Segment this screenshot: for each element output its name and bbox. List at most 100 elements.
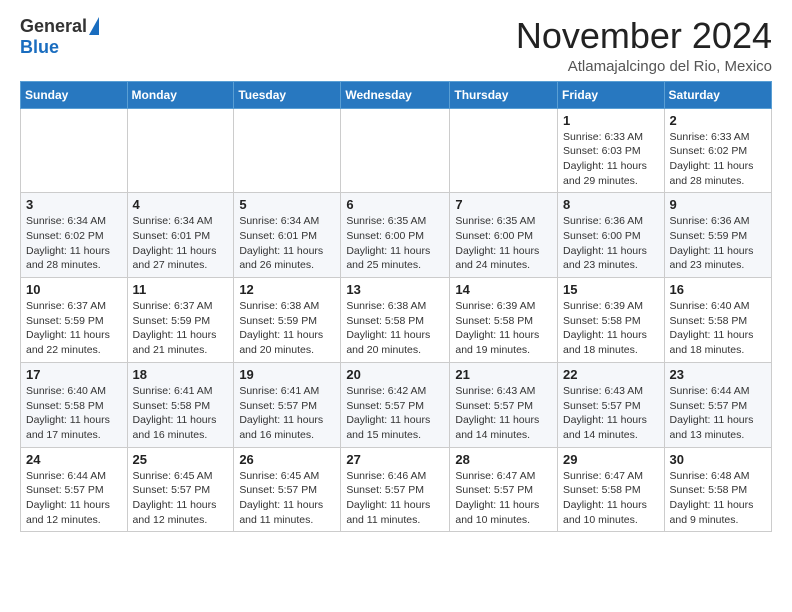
weekday-header-friday: Friday xyxy=(558,81,665,108)
day-detail: Sunrise: 6:40 AMSunset: 5:58 PMDaylight:… xyxy=(26,384,122,443)
calendar-week-row: 1 Sunrise: 6:33 AMSunset: 6:03 PMDaylight… xyxy=(21,108,772,193)
day-number: 13 xyxy=(346,282,444,297)
logo: General Blue xyxy=(20,16,99,58)
calendar-cell: 25Sunrise: 6:45 AMSunset: 5:57 PMDayligh… xyxy=(127,447,234,532)
calendar-cell: 5Sunrise: 6:34 AMSunset: 6:01 PMDaylight… xyxy=(234,193,341,278)
day-number: 24 xyxy=(26,452,122,467)
day-number: 4 xyxy=(133,197,229,212)
day-detail: Sunrise: 6:35 AMSunset: 6:00 PMDaylight:… xyxy=(346,214,444,273)
day-detail: Sunrise: 6:33 AMSunset: 6:02 PMDaylight:… xyxy=(670,130,766,189)
day-number: 29 xyxy=(563,452,659,467)
calendar-cell: 1 Sunrise: 6:33 AMSunset: 6:03 PMDaylight… xyxy=(558,108,665,193)
day-number: 27 xyxy=(346,452,444,467)
logo-triangle-icon xyxy=(89,17,99,35)
calendar-week-row: 24 Sunrise: 6:44 AMSunset: 5:57 PMDayligh… xyxy=(21,447,772,532)
day-number: 12 xyxy=(239,282,335,297)
day-number: 30 xyxy=(670,452,766,467)
calendar-cell: 21Sunrise: 6:43 AMSunset: 5:57 PMDayligh… xyxy=(450,362,558,447)
day-detail: Sunrise: 6:48 AMSunset: 5:58 PMDaylight:… xyxy=(670,469,766,528)
day-number: 23 xyxy=(670,367,766,382)
weekday-header-row: SundayMondayTuesdayWednesdayThursdayFrid… xyxy=(21,81,772,108)
calendar-cell: 8Sunrise: 6:36 AMSunset: 6:00 PMDaylight… xyxy=(558,193,665,278)
month-title: November 2024 xyxy=(516,16,772,56)
day-number: 26 xyxy=(239,452,335,467)
calendar-week-row: 3 Sunrise: 6:34 AMSunset: 6:02 PMDaylight… xyxy=(21,193,772,278)
day-detail: Sunrise: 6:44 AMSunset: 5:57 PMDaylight:… xyxy=(26,469,122,528)
day-detail: Sunrise: 6:35 AMSunset: 6:00 PMDaylight:… xyxy=(455,214,552,273)
calendar-cell: 19Sunrise: 6:41 AMSunset: 5:57 PMDayligh… xyxy=(234,362,341,447)
calendar-week-row: 17Sunrise: 6:40 AMSunset: 5:58 PMDayligh… xyxy=(21,362,772,447)
weekday-header-sunday: Sunday xyxy=(21,81,128,108)
day-detail: Sunrise: 6:41 AMSunset: 5:58 PMDaylight:… xyxy=(133,384,229,443)
day-number: 2 xyxy=(670,113,766,128)
day-number: 8 xyxy=(563,197,659,212)
calendar-cell: 30 Sunrise: 6:48 AMSunset: 5:58 PMDayligh… xyxy=(664,447,771,532)
calendar-cell: 20Sunrise: 6:42 AMSunset: 5:57 PMDayligh… xyxy=(341,362,450,447)
calendar-cell: 6 Sunrise: 6:35 AMSunset: 6:00 PMDaylight… xyxy=(341,193,450,278)
calendar-cell: 7Sunrise: 6:35 AMSunset: 6:00 PMDaylight… xyxy=(450,193,558,278)
calendar-cell: 3 Sunrise: 6:34 AMSunset: 6:02 PMDaylight… xyxy=(21,193,128,278)
day-detail: Sunrise: 6:44 AMSunset: 5:57 PMDaylight:… xyxy=(670,384,766,443)
day-detail: Sunrise: 6:47 AMSunset: 5:58 PMDaylight:… xyxy=(563,469,659,528)
location-title: Atlamajalcingo del Rio, Mexico xyxy=(516,58,772,75)
day-detail: Sunrise: 6:34 AMSunset: 6:01 PMDaylight:… xyxy=(239,214,335,273)
day-number: 3 xyxy=(26,197,122,212)
calendar-cell: 28Sunrise: 6:47 AMSunset: 5:57 PMDayligh… xyxy=(450,447,558,532)
day-detail: Sunrise: 6:34 AMSunset: 6:01 PMDaylight:… xyxy=(133,214,229,273)
day-detail: Sunrise: 6:38 AMSunset: 5:59 PMDaylight:… xyxy=(239,299,335,358)
day-detail: Sunrise: 6:37 AMSunset: 5:59 PMDaylight:… xyxy=(26,299,122,358)
day-detail: Sunrise: 6:38 AMSunset: 5:58 PMDaylight:… xyxy=(346,299,444,358)
weekday-header-wednesday: Wednesday xyxy=(341,81,450,108)
calendar-cell: 24 Sunrise: 6:44 AMSunset: 5:57 PMDayligh… xyxy=(21,447,128,532)
calendar-cell: 13 Sunrise: 6:38 AMSunset: 5:58 PMDayligh… xyxy=(341,278,450,363)
calendar-week-row: 10 Sunrise: 6:37 AMSunset: 5:59 PMDayligh… xyxy=(21,278,772,363)
calendar-cell: 10 Sunrise: 6:37 AMSunset: 5:59 PMDayligh… xyxy=(21,278,128,363)
calendar-cell: 2 Sunrise: 6:33 AMSunset: 6:02 PMDaylight… xyxy=(664,108,771,193)
day-number: 1 xyxy=(563,113,659,128)
day-detail: Sunrise: 6:43 AMSunset: 5:57 PMDaylight:… xyxy=(455,384,552,443)
day-number: 15 xyxy=(563,282,659,297)
logo-blue-text: Blue xyxy=(20,37,59,58)
day-detail: Sunrise: 6:40 AMSunset: 5:58 PMDaylight:… xyxy=(670,299,766,358)
day-number: 6 xyxy=(346,197,444,212)
weekday-header-thursday: Thursday xyxy=(450,81,558,108)
calendar-body: 1 Sunrise: 6:33 AMSunset: 6:03 PMDaylight… xyxy=(21,108,772,532)
calendar-cell: 11Sunrise: 6:37 AMSunset: 5:59 PMDayligh… xyxy=(127,278,234,363)
calendar-header: SundayMondayTuesdayWednesdayThursdayFrid… xyxy=(21,81,772,108)
day-detail: Sunrise: 6:33 AMSunset: 6:03 PMDaylight:… xyxy=(563,130,659,189)
day-detail: Sunrise: 6:39 AMSunset: 5:58 PMDaylight:… xyxy=(455,299,552,358)
calendar-cell: 15 Sunrise: 6:39 AMSunset: 5:58 PMDayligh… xyxy=(558,278,665,363)
calendar-cell: 9Sunrise: 6:36 AMSunset: 5:59 PMDaylight… xyxy=(664,193,771,278)
calendar-cell xyxy=(21,108,128,193)
calendar-cell xyxy=(234,108,341,193)
weekday-header-saturday: Saturday xyxy=(664,81,771,108)
day-number: 25 xyxy=(133,452,229,467)
calendar-cell xyxy=(341,108,450,193)
calendar-cell xyxy=(450,108,558,193)
day-detail: Sunrise: 6:45 AMSunset: 5:57 PMDaylight:… xyxy=(239,469,335,528)
day-number: 14 xyxy=(455,282,552,297)
weekday-header-monday: Monday xyxy=(127,81,234,108)
calendar-cell: 16Sunrise: 6:40 AMSunset: 5:58 PMDayligh… xyxy=(664,278,771,363)
calendar-cell: 26 Sunrise: 6:45 AMSunset: 5:57 PMDayligh… xyxy=(234,447,341,532)
calendar-table: SundayMondayTuesdayWednesdayThursdayFrid… xyxy=(20,81,772,533)
day-detail: Sunrise: 6:41 AMSunset: 5:57 PMDaylight:… xyxy=(239,384,335,443)
day-detail: Sunrise: 6:34 AMSunset: 6:02 PMDaylight:… xyxy=(26,214,122,273)
day-number: 22 xyxy=(563,367,659,382)
weekday-header-tuesday: Tuesday xyxy=(234,81,341,108)
title-block: November 2024 Atlamajalcingo del Rio, Me… xyxy=(516,16,772,75)
calendar-cell: 29 Sunrise: 6:47 AMSunset: 5:58 PMDayligh… xyxy=(558,447,665,532)
day-number: 18 xyxy=(133,367,229,382)
day-detail: Sunrise: 6:43 AMSunset: 5:57 PMDaylight:… xyxy=(563,384,659,443)
calendar-cell: 18 Sunrise: 6:41 AMSunset: 5:58 PMDayligh… xyxy=(127,362,234,447)
calendar-cell: 27 Sunrise: 6:46 AMSunset: 5:57 PMDayligh… xyxy=(341,447,450,532)
logo-general-text: General xyxy=(20,16,87,37)
day-number: 28 xyxy=(455,452,552,467)
day-number: 20 xyxy=(346,367,444,382)
day-detail: Sunrise: 6:39 AMSunset: 5:58 PMDaylight:… xyxy=(563,299,659,358)
page-header: General Blue November 2024 Atlamajalcing… xyxy=(20,16,772,75)
day-number: 10 xyxy=(26,282,122,297)
day-detail: Sunrise: 6:46 AMSunset: 5:57 PMDaylight:… xyxy=(346,469,444,528)
calendar-cell: 23 Sunrise: 6:44 AMSunset: 5:57 PMDayligh… xyxy=(664,362,771,447)
day-number: 9 xyxy=(670,197,766,212)
